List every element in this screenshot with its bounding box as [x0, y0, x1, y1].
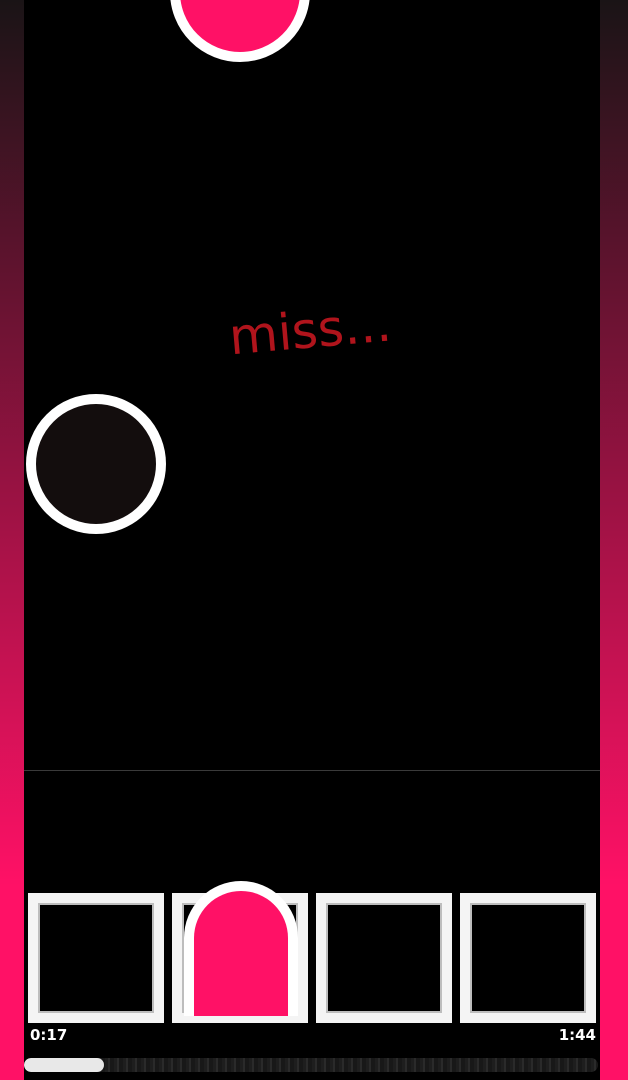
left-side-gradient — [0, 0, 24, 1080]
current-time: 0:17 — [30, 1026, 68, 1044]
right-side-gradient — [600, 0, 628, 1080]
game-screen: miss... 0:17 1:44 — [0, 0, 628, 1080]
lane-pad-3[interactable] — [316, 893, 452, 1023]
hold-note-pink — [184, 881, 298, 1016]
falling-note-pink — [170, 0, 310, 62]
falling-note-dark — [26, 394, 166, 534]
song-progress-fill — [24, 1058, 104, 1072]
judgement-text: miss... — [226, 294, 394, 367]
total-time: 1:44 — [558, 1026, 596, 1044]
judge-line — [24, 770, 600, 771]
playfield[interactable]: miss... 0:17 1:44 — [24, 0, 600, 1080]
song-progress-bar — [24, 1058, 598, 1072]
lane-pad-4[interactable] — [460, 893, 596, 1023]
lane-pad-1[interactable] — [28, 893, 164, 1023]
